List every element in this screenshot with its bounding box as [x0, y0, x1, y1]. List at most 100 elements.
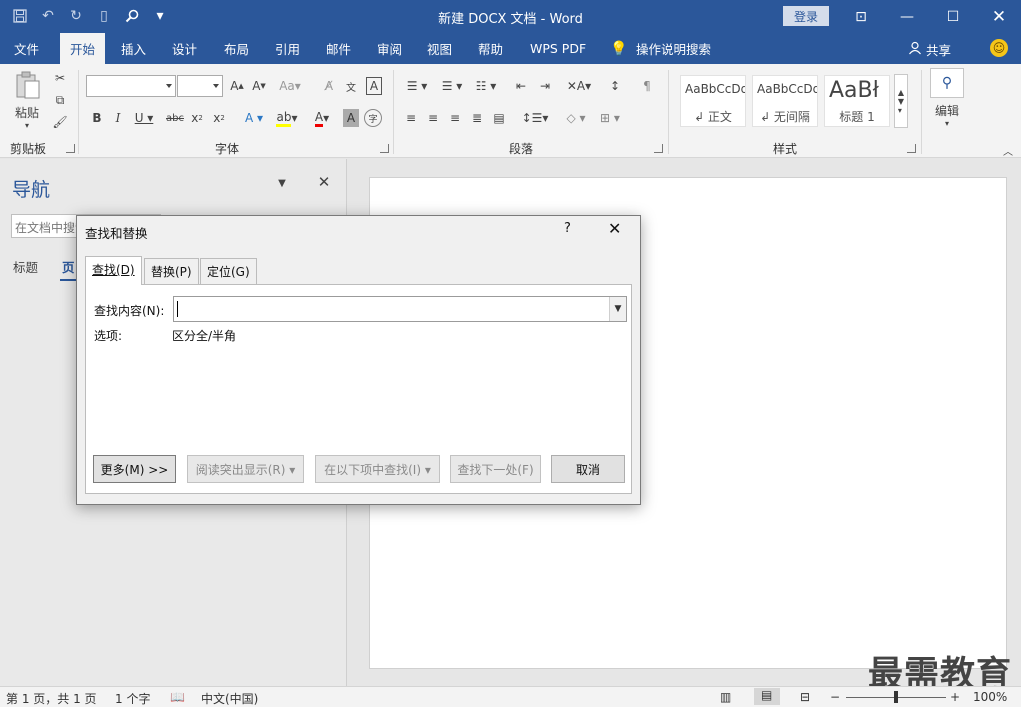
editing-button[interactable]: 编辑 — [930, 102, 964, 118]
enclose-characters-icon[interactable]: 字 — [364, 109, 382, 127]
nav-options-icon[interactable]: ▼ — [274, 175, 290, 191]
tab-file[interactable]: 文件 — [14, 33, 39, 64]
collapse-ribbon-icon[interactable]: ︿ — [1001, 144, 1015, 158]
tell-me-search[interactable]: 操作说明搜索 — [636, 33, 711, 64]
redo-icon[interactable]: ↻ — [64, 5, 88, 27]
tab-design[interactable]: 设计 — [172, 33, 197, 64]
dialog-close-icon[interactable]: ✕ — [608, 219, 621, 238]
font-color-icon[interactable]: A ▾ — [307, 109, 337, 127]
font-name-combo[interactable] — [86, 75, 176, 97]
align-right-icon[interactable]: ≡ — [446, 109, 464, 127]
styles-launcher-icon[interactable] — [907, 144, 916, 153]
customize-qat-icon[interactable]: ▾ — [148, 5, 172, 27]
style-heading-1[interactable]: AaBł 标题 1 — [824, 75, 890, 127]
text-effects-icon[interactable]: A ▾ — [240, 109, 268, 127]
nav-tab-pages[interactable]: 页 — [62, 257, 75, 276]
find-icon[interactable] — [120, 5, 144, 27]
clipboard-launcher-icon[interactable] — [66, 144, 75, 153]
increase-indent-icon[interactable]: ⇥ — [536, 77, 554, 95]
nav-close-icon[interactable]: ✕ — [315, 173, 333, 191]
more-button[interactable]: 更多(M) >> — [93, 455, 176, 483]
cut-icon[interactable]: ✂ — [52, 70, 68, 86]
strikethrough-icon[interactable]: abc — [164, 109, 186, 127]
tab-home[interactable]: 开始 — [60, 33, 106, 64]
tab-replace[interactable]: 替换(P) — [144, 258, 199, 284]
format-painter-icon[interactable]: 🖌 — [52, 114, 68, 130]
styles-scroll[interactable]: ▲ ▼ ▾ — [894, 74, 908, 128]
phonetic-guide-icon[interactable]: 文 — [342, 77, 360, 95]
new-document-icon[interactable]: ▯ — [92, 5, 116, 27]
justify-icon[interactable]: ≣ — [468, 109, 486, 127]
login-button[interactable]: 登录 — [783, 6, 829, 26]
find-what-input[interactable]: ▼ — [173, 296, 627, 322]
superscript-icon[interactable]: x2 — [211, 109, 227, 127]
close-icon[interactable]: ✕ — [976, 0, 1021, 33]
tab-references[interactable]: 引用 — [275, 33, 300, 64]
tab-find[interactable]: 查找(D) — [85, 256, 142, 285]
bold-icon[interactable]: B — [89, 109, 105, 127]
line-spacing-icon[interactable]: ↕☰▾ — [520, 109, 550, 127]
page-count[interactable]: 第 1 页，共 1 页 — [6, 690, 97, 707]
feedback-smiley-icon[interactable]: ☺ — [990, 39, 1008, 57]
tab-insert[interactable]: 插入 — [121, 33, 146, 64]
paste-dropdown-icon[interactable]: ▾ — [21, 120, 33, 130]
tab-layout[interactable]: 布局 — [224, 33, 249, 64]
tab-review[interactable]: 审阅 — [377, 33, 402, 64]
search-icon[interactable]: ⚲ — [930, 68, 964, 98]
tab-wps-pdf[interactable]: WPS PDF — [530, 33, 586, 64]
paste-icon[interactable] — [12, 70, 44, 102]
character-border-icon[interactable]: A — [366, 77, 382, 95]
tab-goto[interactable]: 定位(G) — [200, 258, 257, 284]
borders-icon[interactable]: ⊞ ▾ — [596, 109, 624, 127]
read-mode-icon[interactable]: ▥ — [720, 690, 731, 704]
distributed-icon[interactable]: ▤ — [490, 109, 508, 127]
italic-icon[interactable]: I — [110, 109, 126, 127]
share-button[interactable]: 共享 — [908, 40, 951, 59]
numbering-icon[interactable]: ☰ ▾ — [437, 77, 467, 95]
find-in-button[interactable]: 在以下项中查找(I) ▾ — [315, 455, 440, 483]
zoom-level[interactable]: 100% — [973, 690, 1007, 704]
copy-icon[interactable]: ⧉ — [52, 92, 68, 108]
multilevel-list-icon[interactable]: ☷ ▾ — [471, 77, 501, 95]
sort-icon[interactable]: ↕ — [606, 77, 624, 95]
align-left-icon[interactable]: ≡ — [402, 109, 420, 127]
grow-font-icon[interactable]: A ▲ — [228, 77, 246, 95]
undo-icon[interactable]: ↶ — [36, 5, 60, 27]
nav-tab-headings[interactable]: 标题 — [13, 257, 38, 276]
minimize-icon[interactable]: — — [884, 0, 930, 33]
maximize-icon[interactable]: ☐ — [930, 0, 976, 33]
decrease-indent-icon[interactable]: ⇤ — [512, 77, 530, 95]
font-size-combo[interactable] — [177, 75, 223, 97]
zoom-out-icon[interactable]: − — [830, 690, 840, 704]
ribbon-display-options-icon[interactable]: ⊡ — [838, 0, 884, 33]
editing-dropdown-icon[interactable]: ▾ — [940, 118, 954, 128]
find-next-button[interactable]: 查找下一处(F) — [450, 455, 541, 483]
paste-button[interactable]: 粘贴 — [13, 104, 41, 120]
clear-formatting-icon[interactable]: A̸ — [320, 77, 338, 95]
subscript-icon[interactable]: x2 — [189, 109, 205, 127]
paragraph-launcher-icon[interactable] — [654, 144, 663, 153]
align-center-icon[interactable]: ≡ — [424, 109, 442, 127]
show-marks-icon[interactable]: ¶ — [638, 77, 656, 95]
save-icon[interactable] — [8, 5, 32, 27]
bullets-icon[interactable]: ☰ ▾ — [402, 77, 432, 95]
word-count[interactable]: 1 个字 — [115, 690, 150, 707]
help-icon[interactable]: ? — [564, 221, 571, 236]
tab-view[interactable]: 视图 — [427, 33, 452, 64]
change-case-icon[interactable]: Aa▾ — [278, 77, 302, 95]
font-launcher-icon[interactable] — [380, 144, 389, 153]
web-layout-icon[interactable]: ⊟ — [800, 690, 810, 704]
print-layout-icon[interactable]: ▤ — [754, 688, 780, 705]
chinese-layout-icon[interactable]: ✕A▾ — [564, 77, 594, 95]
proofing-icon[interactable]: 📖 — [170, 690, 185, 704]
language[interactable]: 中文(中国) — [201, 690, 258, 707]
zoom-in-icon[interactable]: + — [950, 690, 960, 704]
find-history-dropdown-icon[interactable]: ▼ — [609, 297, 626, 321]
underline-icon[interactable]: U ▾ — [132, 109, 156, 127]
shrink-font-icon[interactable]: A ▼ — [250, 77, 268, 95]
style-no-spacing[interactable]: AaBbCcDd ↲ 无间隔 — [752, 75, 818, 127]
shading-icon[interactable]: ◇ ▾ — [562, 109, 590, 127]
highlight-color-icon[interactable]: ab ▾ — [272, 109, 302, 127]
tab-mailings[interactable]: 邮件 — [326, 33, 351, 64]
cancel-button[interactable]: 取消 — [551, 455, 625, 483]
